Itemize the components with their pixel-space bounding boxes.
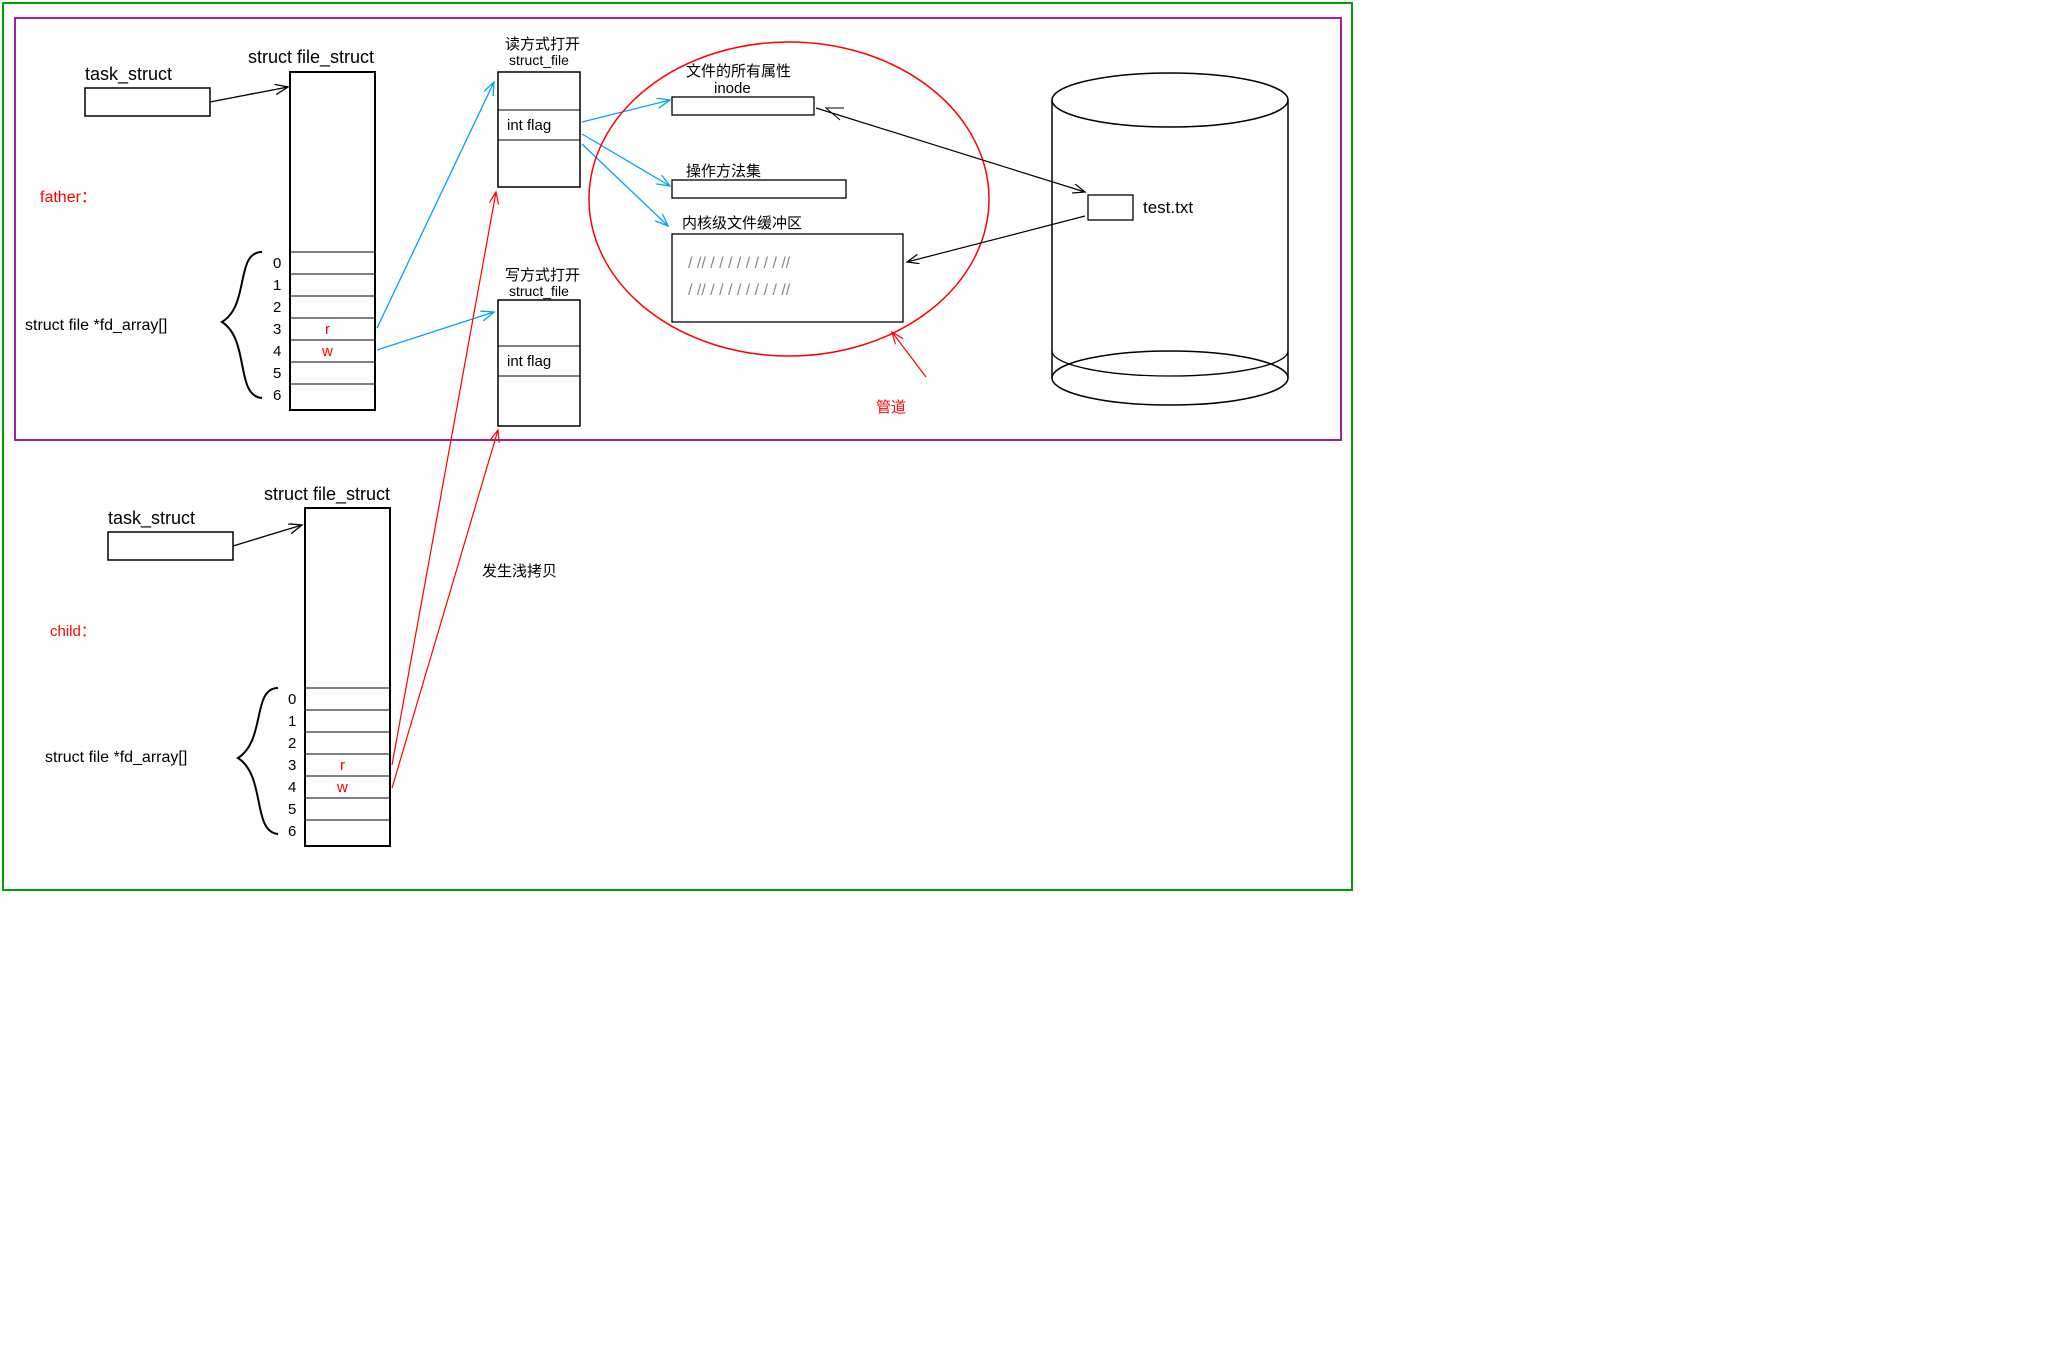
idx-3a: 3 (273, 321, 281, 338)
struct-file-label-1: struct_file (509, 52, 569, 68)
idx-0a: 0 (273, 255, 281, 272)
task-struct-label-1: task_struct (85, 64, 172, 85)
method-set-label: 操作方法集 (686, 163, 761, 180)
idx-4b: 4 (288, 779, 296, 796)
fd-array-label-1: struct file *fd_array[] (25, 317, 167, 334)
method-set-box (672, 180, 846, 198)
task-struct-box-2 (108, 532, 233, 560)
arrow-child-r-to-read (392, 192, 496, 765)
arrow-fd-r-read (377, 82, 494, 328)
diagram-canvas: task_struct father： struct file_struct 0… (0, 0, 1355, 893)
arrow-fd-w-write (377, 312, 494, 350)
write-open-label: 写方式打开 (505, 267, 580, 284)
int-flag-label-2: int flag (507, 353, 551, 370)
kernel-buffer-label: 内核级文件缓冲区 (682, 215, 802, 232)
int-flag-label-1: int flag (507, 117, 551, 134)
kernel-buffer-line1: / // / / / / / / / / // (688, 255, 791, 272)
idx-0b: 0 (288, 691, 296, 708)
disk-cylinder (1052, 73, 1288, 405)
fd-rows-2: 0 1 2 3 4 5 6 r w (288, 688, 390, 840)
arrow-flag-to-inode (582, 100, 670, 122)
idx-5b: 5 (288, 801, 296, 818)
shallow-copy-label: 发生浅拷贝 (482, 563, 557, 580)
row-w-1: w (321, 343, 333, 360)
idx-6b: 6 (288, 823, 296, 840)
arrow-inode-to-file (816, 108, 1085, 192)
father-label: father： (40, 189, 97, 206)
idx-6a: 6 (273, 387, 281, 404)
fd-rows-1: 0 1 2 3 4 5 6 r w (273, 252, 375, 404)
row-r-2: r (340, 757, 345, 774)
kernel-buffer-line2: / // / / / / / / / / // (688, 282, 791, 299)
idx-1a: 1 (273, 277, 281, 294)
pipe-ellipse (589, 42, 989, 356)
test-txt-box (1088, 195, 1133, 220)
fd-array-label-2: struct file *fd_array[] (45, 749, 187, 766)
arrow-task-to-file-1 (210, 87, 288, 102)
inode-label: inode (714, 80, 751, 97)
row-r-1: r (325, 321, 330, 338)
idx-4a: 4 (273, 343, 281, 360)
arrow-flag-to-buffer (582, 144, 668, 226)
file-struct-label-1: struct file_struct (248, 47, 374, 68)
task-struct-label-2: task_struct (108, 508, 195, 529)
father-region (15, 18, 1341, 440)
idx-2a: 2 (273, 299, 281, 316)
pipe-label: 管道 (876, 399, 906, 416)
file-all-attr-label: 文件的所有属性 (686, 63, 791, 80)
kernel-buffer-box (672, 234, 903, 322)
struct-file-label-2: struct_file (509, 283, 569, 299)
test-txt-label: test.txt (1143, 198, 1193, 217)
file-struct-label-2: struct file_struct (264, 484, 390, 505)
row-w-2: w (336, 779, 348, 796)
arrow-to-pipe (892, 332, 926, 377)
inode-box (672, 97, 814, 115)
idx-5a: 5 (273, 365, 281, 382)
arrow-file-to-buffer (907, 216, 1085, 262)
arrow-task-to-file-2 (233, 525, 302, 546)
child-label: child： (50, 623, 96, 640)
task-struct-box-1 (85, 88, 210, 116)
brace-2 (238, 688, 278, 834)
brace-1 (222, 252, 262, 398)
read-open-label: 读方式打开 (505, 36, 580, 53)
idx-1b: 1 (288, 713, 296, 730)
arrow-child-w-to-write (392, 430, 498, 788)
idx-3b: 3 (288, 757, 296, 774)
idx-2b: 2 (288, 735, 296, 752)
outer-box (3, 3, 1352, 890)
